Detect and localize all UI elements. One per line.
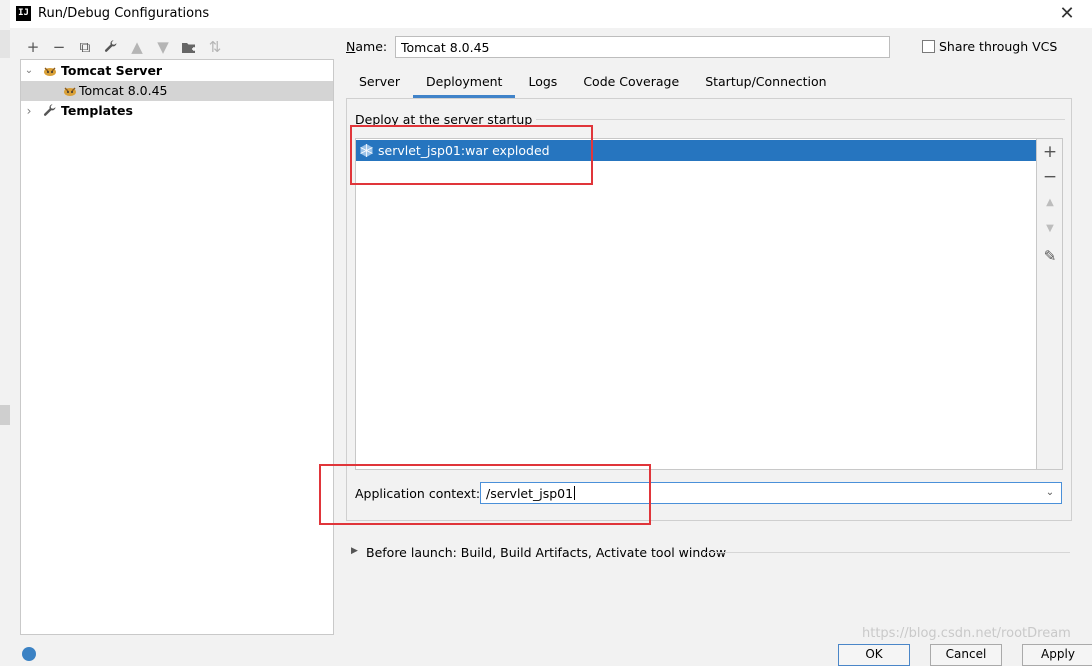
close-button[interactable]: ✕ <box>1056 3 1078 25</box>
tree-item-tomcat-server[interactable]: ⌄ Tomcat Server <box>21 61 333 81</box>
add-artifact-icon[interactable]: + <box>1037 141 1063 163</box>
move-up-icon[interactable]: ▲ <box>1037 192 1063 214</box>
share-vcs-label[interactable]: Share through VCS <box>939 39 1057 54</box>
chevron-right-icon[interactable]: › <box>23 101 35 121</box>
folder-icon[interactable] <box>176 36 202 58</box>
chevron-down-icon[interactable]: ⌄ <box>1043 486 1057 500</box>
tree-item-label: Templates <box>61 103 133 118</box>
run-debug-dialog: IJ Run/Debug Configurations ✕ + − ⧉ ▲ ▼ … <box>0 0 1092 666</box>
config-tree: ⌄ Tomcat Server Tomcat 8.0.45 › Template… <box>20 59 334 635</box>
wrench-icon[interactable] <box>98 36 124 58</box>
tree-item-label: Tomcat 8.0.45 <box>79 83 168 98</box>
ok-button[interactable]: OK <box>838 644 910 666</box>
share-vcs-checkbox[interactable] <box>922 40 935 53</box>
expand-arrow-icon[interactable]: ▶ <box>351 546 358 556</box>
move-up-icon[interactable]: ▲ <box>124 36 150 58</box>
tab-server[interactable]: Server <box>346 70 413 98</box>
sort-icon[interactable]: ⇅ <box>202 36 228 58</box>
artifact-toolbar: + − ▲ ▼ ✎ <box>1037 138 1063 470</box>
apply-button[interactable]: Apply <box>1022 644 1092 666</box>
background-ide-fragment <box>0 405 10 425</box>
move-down-icon[interactable]: ▼ <box>1037 218 1063 240</box>
tomcat-icon <box>44 67 56 76</box>
background-ide-fragment <box>0 30 10 58</box>
highlight-box-context <box>319 464 651 525</box>
watermark-text: https://blog.csdn.net/rootDream <box>862 626 1071 641</box>
tree-item-tomcat-8045[interactable]: Tomcat 8.0.45 <box>21 81 333 101</box>
remove-artifact-icon[interactable]: − <box>1037 166 1063 188</box>
intellij-icon: IJ <box>16 6 31 21</box>
artifact-list[interactable]: servlet_jsp01:war exploded <box>355 138 1037 470</box>
copy-icon[interactable]: ⧉ <box>72 36 98 58</box>
tree-item-templates[interactable]: › Templates <box>21 101 333 121</box>
add-icon[interactable]: + <box>20 36 46 58</box>
chevron-down-icon[interactable]: ⌄ <box>23 61 35 81</box>
tree-item-label: Tomcat Server <box>61 63 163 78</box>
name-label: Name: <box>346 39 388 54</box>
before-launch-divider <box>706 552 1070 553</box>
name-input[interactable] <box>395 36 890 58</box>
highlight-box-artifact <box>350 125 593 185</box>
remove-icon[interactable]: − <box>46 36 72 58</box>
tomcat-icon <box>64 87 76 96</box>
tab-startup-connection[interactable]: Startup/Connection <box>692 70 839 98</box>
cancel-button[interactable]: Cancel <box>930 644 1002 666</box>
config-tabs: Server Deployment Logs Code Coverage Sta… <box>346 70 840 98</box>
tab-deployment[interactable]: Deployment <box>413 70 516 98</box>
edit-pencil-icon[interactable]: ✎ <box>1037 245 1063 267</box>
title-bar: IJ Run/Debug Configurations ✕ <box>10 0 1092 28</box>
before-launch-label[interactable]: Before launch: Build, Build Artifacts, A… <box>366 545 726 560</box>
tab-logs[interactable]: Logs <box>515 70 570 98</box>
config-toolbar: + − ⧉ ▲ ▼ ⇅ <box>20 36 228 58</box>
window-title: Run/Debug Configurations <box>38 6 210 21</box>
wrench-icon <box>43 104 56 116</box>
help-icon[interactable] <box>22 647 36 661</box>
tab-code-coverage[interactable]: Code Coverage <box>570 70 692 98</box>
move-down-icon[interactable]: ▼ <box>150 36 176 58</box>
